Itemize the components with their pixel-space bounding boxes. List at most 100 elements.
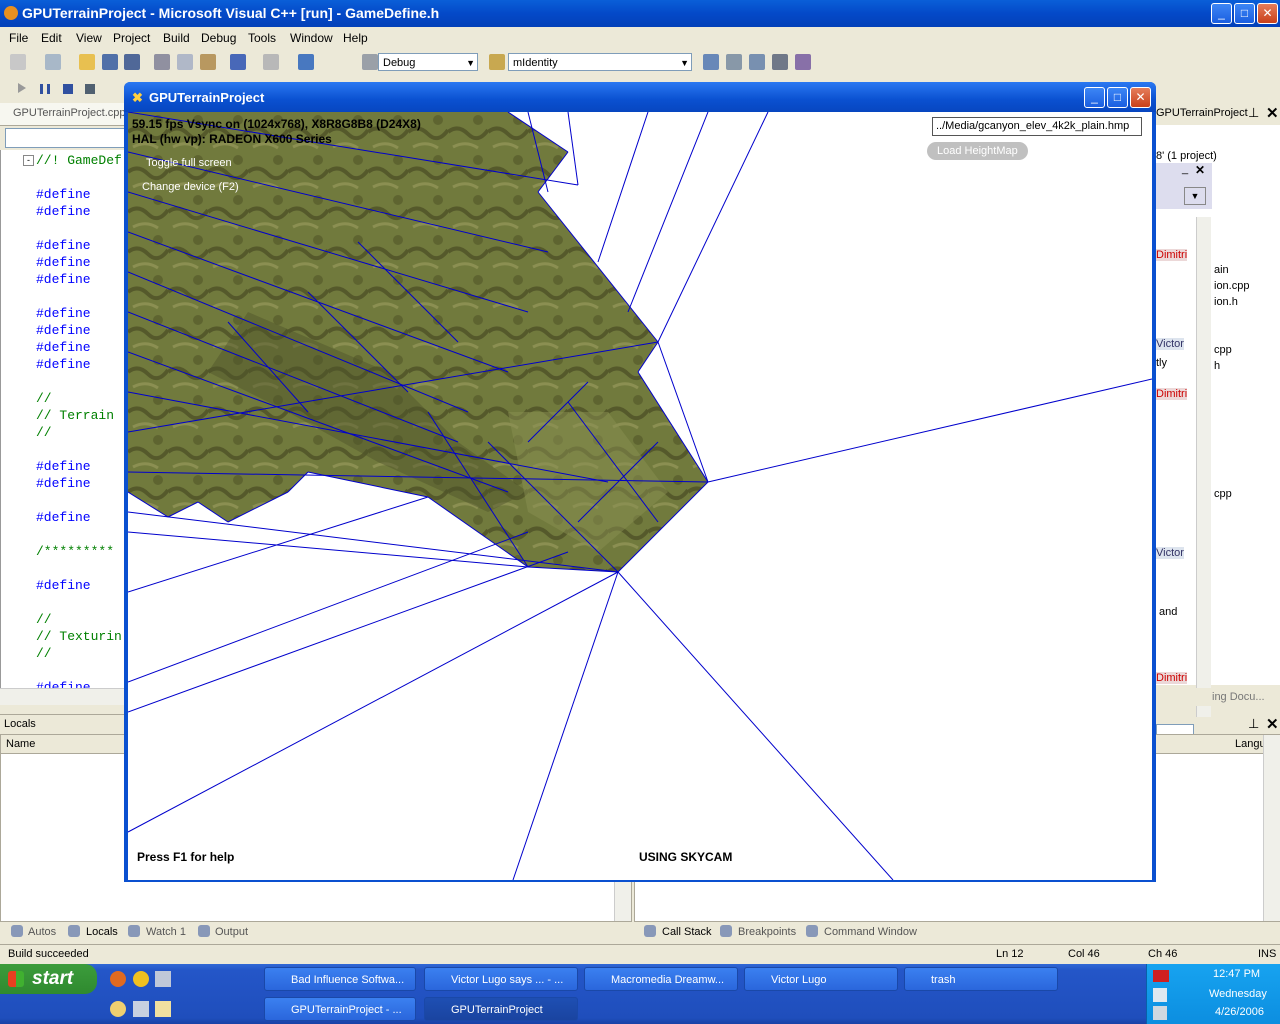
- tab-breakpoints[interactable]: Breakpoints: [738, 926, 796, 938]
- paste-icon[interactable]: [200, 54, 216, 70]
- toolbox-icon[interactable]: [749, 54, 765, 70]
- media-player-icon[interactable]: [133, 971, 149, 987]
- find-icon[interactable]: [489, 54, 505, 70]
- task-trash[interactable]: trash: [904, 967, 1058, 991]
- item-cpp-1[interactable]: cpp: [1214, 344, 1232, 356]
- close-icon[interactable]: ✕: [1266, 715, 1279, 733]
- tab-gputerrainproject-cpp[interactable]: GPUTerrainProject.cpp: [13, 107, 126, 119]
- start-button[interactable]: start: [0, 964, 97, 994]
- properties-icon[interactable]: [726, 54, 742, 70]
- item-ion-cpp[interactable]: ion.cpp: [1214, 280, 1249, 292]
- task-gputerrain-app[interactable]: GPUTerrainProject: [424, 997, 578, 1021]
- toggle-fullscreen-button[interactable]: Toggle full screen: [146, 157, 232, 169]
- pin-icon[interactable]: ⊥: [1248, 716, 1259, 732]
- item-ion-h[interactable]: ion.h: [1214, 296, 1238, 308]
- menu-file[interactable]: File: [9, 31, 28, 45]
- heightmap-path-input[interactable]: ../Media/gcanyon_elev_4k2k_plain.hmp: [932, 117, 1142, 136]
- menu-edit[interactable]: Edit: [41, 31, 62, 45]
- code-editor[interactable]: - //! GameDef #define #define #define #defin…: [0, 150, 126, 695]
- tab-output[interactable]: Output: [215, 926, 248, 938]
- tab-call-stack[interactable]: Call Stack: [662, 926, 712, 938]
- item-h[interactable]: h: [1214, 360, 1220, 372]
- firefox-icon[interactable]: [110, 971, 126, 987]
- menu-tools[interactable]: Tools: [248, 31, 276, 45]
- change-device-button[interactable]: Change device (F2): [142, 181, 239, 193]
- directx-icon: ✖: [132, 90, 143, 105]
- cut-icon[interactable]: [154, 54, 170, 70]
- volume-icon[interactable]: [1153, 1006, 1167, 1020]
- save-icon[interactable]: [102, 54, 118, 70]
- printer-icon[interactable]: [133, 1001, 149, 1017]
- pause-icon[interactable]: [40, 84, 50, 94]
- code-line: #define: [36, 272, 91, 287]
- editor-hscrollbar[interactable]: [0, 688, 125, 705]
- tab-command-window[interactable]: Command Window: [824, 926, 917, 938]
- tab-watch-1[interactable]: Watch 1: [146, 926, 186, 938]
- navigate-icon[interactable]: [298, 54, 314, 70]
- copy-icon[interactable]: [177, 54, 193, 70]
- undo-icon[interactable]: [230, 54, 246, 70]
- call-stack-vscrollbar[interactable]: [1263, 735, 1280, 921]
- task-victor-lugo[interactable]: Victor Lugo: [744, 967, 898, 991]
- add-item-icon[interactable]: [45, 54, 61, 70]
- menu-project[interactable]: Project: [113, 31, 150, 45]
- new-project-icon[interactable]: [10, 54, 26, 70]
- tab-autos[interactable]: Autos: [28, 926, 56, 938]
- item-dimitri-2[interactable]: Dimitri: [1156, 388, 1188, 400]
- close-icon[interactable]: ✕: [1195, 163, 1205, 177]
- task-victor-lugo-says[interactable]: Victor Lugo says ... - ...: [424, 967, 578, 991]
- item-dimitri-1[interactable]: Dimitri: [1156, 249, 1188, 261]
- solution-explorer-tab[interactable]: GPUTerrainProject: [1156, 107, 1248, 119]
- menu-help[interactable]: Help: [343, 31, 368, 45]
- find-combo[interactable]: mIdentity ▼: [508, 53, 692, 71]
- start-icon[interactable]: [362, 54, 378, 70]
- task-dreamweaver[interactable]: Macromedia Dreamw...: [584, 967, 738, 991]
- item-dimitri-3[interactable]: Dimitri: [1156, 672, 1188, 684]
- class-view-icon[interactable]: [795, 54, 811, 70]
- code-line: #define: [36, 578, 91, 593]
- member-dropdown[interactable]: [5, 128, 125, 148]
- item-victor-2[interactable]: Victor: [1156, 547, 1184, 559]
- continue-icon[interactable]: [18, 83, 26, 93]
- network-icon[interactable]: [1153, 988, 1167, 1002]
- collapse-icon[interactable]: -: [23, 155, 34, 166]
- item-ain[interactable]: ain: [1214, 264, 1229, 276]
- menu-build[interactable]: Build: [163, 31, 190, 45]
- restart-icon[interactable]: [85, 84, 95, 94]
- folder-icon[interactable]: [155, 1001, 171, 1017]
- task-bad-influence[interactable]: Bad Influence Softwa...: [264, 967, 416, 991]
- minimize-icon[interactable]: _: [1182, 163, 1188, 175]
- render-viewport[interactable]: 59.15 fps Vsync on (1024x768), X8R8G8B8 …: [128, 112, 1152, 880]
- right-panel-footer: ing Docu...: [1156, 688, 1280, 706]
- app-maximize-button[interactable]: □: [1107, 87, 1128, 108]
- clock-icon[interactable]: [110, 1001, 126, 1017]
- app-minimize-button[interactable]: _: [1084, 87, 1105, 108]
- maximize-button[interactable]: □: [1234, 3, 1255, 24]
- panel-vscrollbar[interactable]: [1196, 217, 1211, 717]
- calculator-icon[interactable]: [155, 971, 171, 987]
- tools-icon[interactable]: [772, 54, 788, 70]
- open-icon[interactable]: [79, 54, 95, 70]
- task-gputerrain-ide[interactable]: GPUTerrainProject - ...: [264, 997, 416, 1021]
- menu-view[interactable]: View: [76, 31, 102, 45]
- footer-tab[interactable]: ing Docu...: [1212, 691, 1265, 703]
- minimize-button[interactable]: _: [1211, 3, 1232, 24]
- menu-window[interactable]: Window: [290, 31, 333, 45]
- chevron-down-icon[interactable]: ▼: [1184, 187, 1206, 205]
- solution-explorer-icon[interactable]: [703, 54, 719, 70]
- item-cpp-2[interactable]: cpp: [1214, 488, 1232, 500]
- pin-icon[interactable]: ⊥: [1248, 105, 1259, 121]
- ati-icon[interactable]: [1153, 970, 1169, 982]
- stop-icon[interactable]: [63, 84, 73, 94]
- redo-icon[interactable]: [263, 54, 279, 70]
- clock-time[interactable]: 12:47 PM: [1213, 968, 1260, 980]
- save-all-icon[interactable]: [124, 54, 140, 70]
- tab-locals[interactable]: Locals: [86, 926, 118, 938]
- item-victor-1[interactable]: Victor: [1156, 338, 1184, 350]
- configuration-select[interactable]: Debug ▼: [378, 53, 478, 71]
- close-icon[interactable]: ✕: [1266, 104, 1279, 122]
- load-heightmap-button[interactable]: Load HeightMap: [927, 142, 1028, 160]
- close-button[interactable]: ✕: [1257, 3, 1278, 24]
- menu-debug[interactable]: Debug: [201, 31, 236, 45]
- app-close-button[interactable]: ✕: [1130, 87, 1151, 108]
